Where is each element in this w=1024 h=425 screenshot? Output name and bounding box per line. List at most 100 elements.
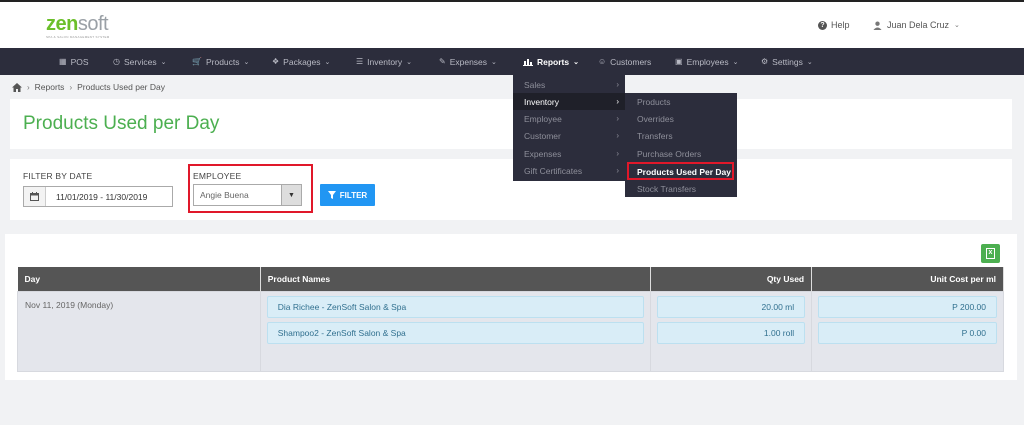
menu-item-sales[interactable]: Sales › [513, 76, 625, 93]
day-value: Nov 11, 2019 (Monday) [25, 299, 114, 310]
reports-dropdown-menu: Sales › Inventory › Employee › Customer › Ex… [513, 75, 625, 181]
column-header-day[interactable]: Day [17, 267, 261, 291]
unit-cost-value: P 200.00 [818, 295, 997, 318]
help-label: Help [831, 20, 850, 30]
product-name: Dia Richee - ZenSoft Salon & Spa [266, 295, 645, 318]
results-panel: x Day Product Names Qty Used Unit Cost p… [5, 234, 1017, 380]
submenu-item-products[interactable]: Products [625, 93, 737, 110]
qty-used-cell: 20.00 ml 1.00 roll [650, 290, 813, 372]
filter-button-label: FILTER [339, 190, 368, 200]
logo[interactable]: zensoft SPA & SALON MANAGEMENT SYSTEM [46, 14, 110, 39]
menu-item-label: Sales [524, 79, 546, 90]
breadcrumb-reports[interactable]: Reports [35, 82, 65, 92]
list-icon: ☰ [356, 57, 364, 66]
nav-label: Expenses [449, 56, 488, 67]
users-icon: ☺ [598, 57, 607, 66]
nav-label: POS [70, 56, 89, 67]
cog-icon: ⚙ [761, 57, 769, 66]
chevron-down-icon: ⌄ [324, 58, 331, 66]
user-name: Juan Dela Cruz [887, 20, 950, 30]
chevron-down-icon: ⌄ [491, 58, 497, 66]
breadcrumb: › Reports › Products Used per Day [12, 82, 165, 92]
top-header: zensoft SPA & SALON MANAGEMENT SYSTEM ? … [0, 0, 1024, 48]
home-icon[interactable] [12, 82, 22, 92]
user-menu[interactable]: Juan Dela Cruz ⌄ [873, 20, 960, 30]
chevron-down-icon: ⌄ [806, 58, 813, 66]
nav-label: Employees [686, 56, 729, 67]
column-header-qty-used[interactable]: Qty Used [650, 267, 813, 291]
page-title: Products Used per Day [23, 113, 220, 134]
table-header-row: Day Product Names Qty Used Unit Cost per… [17, 267, 1004, 291]
excel-icon: x [986, 248, 995, 259]
nav-item-expenses[interactable]: ✎ Expenses ⌄ [439, 48, 497, 75]
logo-zen: zen [46, 13, 78, 35]
logo-tagline: SPA & SALON MANAGEMENT SYSTEM [46, 35, 110, 39]
nav-item-customers[interactable]: ☺ Customers [598, 48, 651, 75]
chevron-right-icon: › [616, 131, 619, 140]
nav-item-reports[interactable]: Reports ⌄ [523, 48, 579, 75]
submenu-item-stock-transfers[interactable]: Stock Transfers [625, 180, 737, 197]
edit-icon: ✎ [439, 57, 446, 66]
user-icon [873, 21, 882, 30]
dropdown-arrow-icon[interactable]: ▼ [281, 185, 301, 205]
submenu-item-overrides[interactable]: Overrides [625, 110, 737, 127]
main-navbar: ▦ POS ◷ Services ⌄ 🛒 Products ⌄ ❖ Packag… [0, 48, 1024, 75]
chevron-down-icon: ⌄ [573, 58, 579, 66]
qty-used-value: 1.00 roll [657, 321, 806, 344]
bar-chart-icon [523, 58, 533, 66]
nav-label: Customers [610, 56, 652, 67]
nav-label: Products [205, 56, 240, 67]
chevron-right-icon: › [616, 149, 619, 158]
menu-item-expenses[interactable]: Expenses › [513, 145, 625, 162]
chevron-right-icon: › [69, 82, 73, 92]
chevron-down-icon: ⌄ [406, 58, 413, 66]
column-header-unit-cost[interactable]: Unit Cost per ml [811, 267, 1004, 291]
date-range-input[interactable]: 11/01/2019 - 11/30/2019 [23, 186, 173, 207]
calendar-icon [24, 187, 46, 206]
menu-item-label: Customer [524, 130, 561, 141]
nav-item-settings[interactable]: ⚙ Settings ⌄ [761, 48, 813, 75]
export-excel-button[interactable]: x [981, 244, 1000, 263]
nav-item-products[interactable]: 🛒 Products ⌄ [192, 48, 249, 75]
nav-item-employees[interactable]: ▣ Employees ⌄ [675, 48, 739, 75]
menu-item-label: Gift Certificates [524, 165, 583, 176]
filter-panel: FILTER BY DATE 11/01/2019 - 11/30/2019 E… [10, 159, 1012, 220]
chevron-right-icon: › [616, 114, 619, 123]
filter-button[interactable]: FILTER [320, 184, 375, 206]
column-header-product-names[interactable]: Product Names [260, 267, 652, 291]
employee-select[interactable]: Angie Buena ▼ [193, 184, 302, 206]
submenu-item-transfers[interactable]: Transfers [625, 127, 737, 144]
nav-item-services[interactable]: ◷ Services ⌄ [113, 48, 166, 75]
question-icon: ? [818, 20, 827, 30]
results-table: Day Product Names Qty Used Unit Cost per… [17, 267, 1004, 372]
menu-item-inventory[interactable]: Inventory › [513, 93, 625, 110]
inventory-submenu: Products Overrides Transfers Purchase Or… [625, 93, 737, 197]
submenu-item-purchase-orders[interactable]: Purchase Orders [625, 145, 737, 162]
chevron-down-icon: ⌄ [243, 58, 250, 66]
logo-soft: soft [77, 13, 109, 35]
nav-label: Reports [537, 56, 570, 67]
nav-label: Inventory [367, 56, 403, 67]
nav-item-packages[interactable]: ❖ Packages ⌄ [272, 48, 330, 75]
submenu-highlight-box [627, 162, 734, 180]
nav-item-pos[interactable]: ▦ POS [59, 48, 89, 75]
date-filter-label: FILTER BY DATE [23, 171, 93, 181]
logo-wordmark: zensoft [46, 14, 110, 34]
chevron-down-icon: ⌄ [732, 58, 739, 66]
product-names-cell: Dia Richee - ZenSoft Salon & Spa Shampoo… [259, 290, 652, 372]
menu-item-label: Expenses [524, 148, 562, 159]
employee-select-value: Angie Buena [200, 190, 249, 200]
menu-item-gift-certificates[interactable]: Gift Certificates › [513, 162, 625, 179]
cart-icon: 🛒 [192, 57, 202, 66]
menu-item-label: Inventory [524, 96, 559, 107]
nav-label: Services [123, 56, 157, 67]
funnel-icon [327, 191, 336, 199]
nav-item-inventory[interactable]: ☰ Inventory ⌄ [356, 48, 412, 75]
qty-used-value: 20.00 ml [657, 295, 806, 318]
help-link[interactable]: ? Help [818, 20, 850, 30]
menu-item-customer[interactable]: Customer › [513, 127, 625, 144]
employee-filter-label: EMPLOYEE [193, 171, 242, 181]
unit-cost-value: P 0.00 [818, 321, 997, 344]
menu-item-employee[interactable]: Employee › [513, 110, 625, 127]
nav-label: Settings [772, 56, 803, 67]
